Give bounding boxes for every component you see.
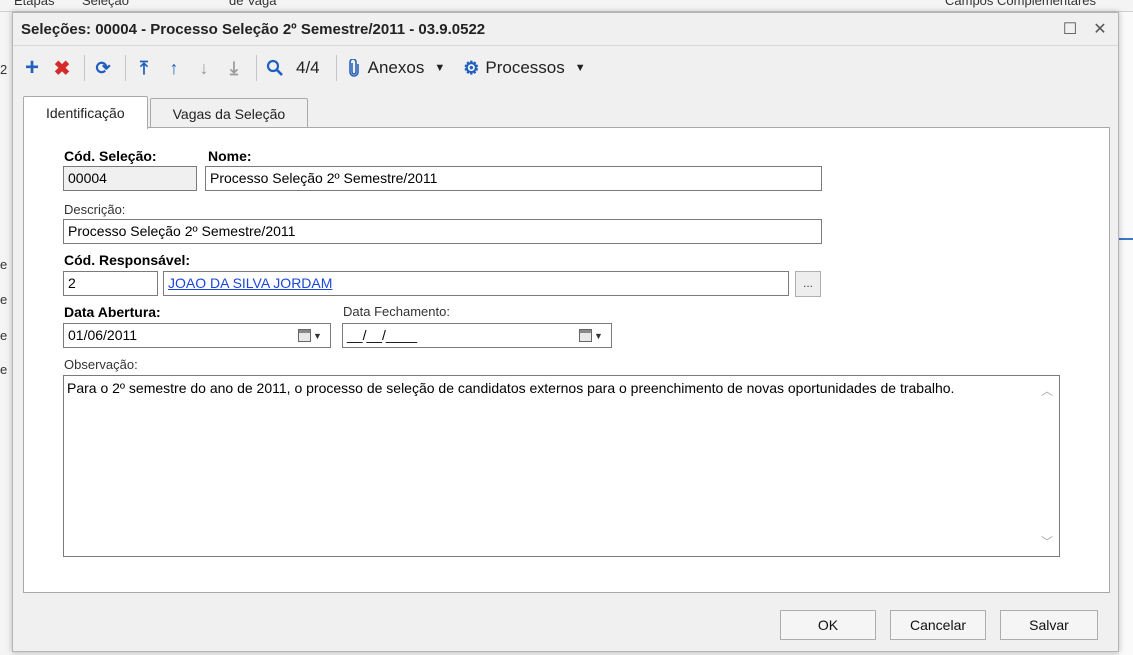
responsavel-name-link[interactable]: JOAO DA SILVA JORDAM: [163, 271, 789, 296]
observacao-text: Para o 2º semestre do ano de 2011, o pro…: [67, 380, 955, 396]
toolbar: + ✖ ⟳ ⤒ ↑ ↓ ⤓ 4/4 Anexos ▼ ⚙ Processos ▼: [13, 46, 1118, 90]
record-counter: 4/4: [296, 58, 320, 77]
bg-tab-vaga: de Vaga: [229, 0, 277, 8]
toolbar-separator: [84, 55, 85, 81]
tab-vagas-da-selecao[interactable]: Vagas da Seleção: [149, 98, 309, 128]
data-fechamento-label: Data Fechamento:: [343, 304, 450, 319]
nome-field[interactable]: Processo Seleção 2º Semestre/2011: [205, 166, 822, 191]
chevron-down-icon: ▼: [594, 330, 603, 341]
toolbar-separator: [335, 55, 337, 81]
last-record-icon[interactable]: ⤓: [221, 53, 247, 83]
paperclip-icon: [348, 59, 359, 77]
nome-label: Nome:: [208, 148, 252, 164]
bg-left-item: e: [0, 362, 8, 377]
dialog-titlebar: Seleções: 00004 - Processo Seleção 2º Se…: [13, 13, 1118, 46]
anexos-button[interactable]: Anexos ▼: [348, 53, 446, 83]
add-icon[interactable]: +: [19, 53, 45, 83]
data-abertura-calendar-button[interactable]: ▼: [290, 324, 330, 347]
background-right-strip: [1119, 12, 1133, 655]
bg-left-item: e: [0, 257, 8, 272]
bg-tab-selecao: Seleção: [82, 0, 129, 8]
cod-responsavel-label: Cód. Responsável:: [64, 252, 191, 268]
data-abertura-label: Data Abertura:: [64, 304, 161, 320]
bg-left-item: 2: [0, 62, 8, 77]
previous-record-icon[interactable]: ↑: [161, 53, 187, 83]
selecoes-dialog: Seleções: 00004 - Processo Seleção 2º Se…: [12, 12, 1119, 652]
close-icon[interactable]: ✕: [1088, 17, 1112, 41]
background-left-strip: 2 e e e e: [0, 12, 12, 655]
refresh-icon[interactable]: ⟳: [90, 53, 116, 83]
toolbar-separator: [125, 55, 126, 81]
bg-left-item: e: [0, 292, 8, 307]
tab-bar: Identificação Vagas da Seleção: [23, 96, 310, 129]
tab-identificacao[interactable]: Identificação: [23, 96, 148, 129]
ok-button[interactable]: OK: [780, 610, 876, 640]
descricao-label: Descrição:: [64, 202, 126, 217]
scroll-down-icon[interactable]: ﹀: [1041, 533, 1053, 550]
background-header: Etapas Seleção de Vaga Campos Complement…: [0, 0, 1133, 12]
first-record-icon[interactable]: ⤒: [131, 53, 157, 83]
descricao-field[interactable]: Processo Seleção 2º Semestre/2011: [63, 219, 822, 244]
dialog-title: Seleções: 00004 - Processo Seleção 2º Se…: [21, 20, 486, 38]
data-fechamento-calendar-button[interactable]: ▼: [571, 324, 611, 347]
anexos-label: Anexos: [367, 58, 425, 77]
calendar-icon: [298, 329, 312, 342]
gear-icon: ⚙: [463, 57, 480, 78]
chevron-down-icon: ▼: [313, 330, 322, 341]
identificacao-panel: Cód. Seleção: 00004 Nome: Processo Seleç…: [23, 127, 1110, 593]
bg-tab-etapas: Etapas: [14, 0, 55, 8]
calendar-icon: [579, 329, 593, 342]
cod-selecao-field[interactable]: 00004: [63, 166, 197, 191]
processos-label: Processos: [485, 58, 565, 77]
data-abertura-value: 01/06/2011: [68, 327, 138, 343]
chevron-down-icon: ▼: [574, 62, 586, 74]
toolbar-separator: [256, 55, 257, 81]
maximize-icon[interactable]: ☐: [1058, 17, 1082, 41]
cancel-button[interactable]: Cancelar: [890, 610, 986, 640]
observacao-label: Observação:: [64, 357, 138, 372]
delete-icon[interactable]: ✖: [49, 53, 75, 83]
bg-left-item: e: [0, 328, 8, 343]
search-icon[interactable]: [262, 53, 288, 83]
chevron-down-icon: ▼: [434, 62, 446, 74]
next-record-icon[interactable]: ↓: [191, 53, 217, 83]
cod-selecao-label: Cód. Seleção:: [64, 148, 157, 164]
bg-campos-complementares: Campos Complementares: [945, 0, 1097, 8]
observacao-textarea[interactable]: Para o 2º semestre do ano de 2011, o pro…: [63, 375, 1060, 557]
cod-responsavel-field[interactable]: 2: [63, 271, 158, 296]
save-button[interactable]: Salvar: [1000, 610, 1098, 640]
scroll-up-icon[interactable]: ︿: [1041, 382, 1053, 399]
processos-button[interactable]: ⚙ Processos ▼: [463, 53, 585, 83]
data-fechamento-value: __/__/____: [347, 327, 418, 343]
lookup-responsavel-button[interactable]: ...: [795, 271, 821, 297]
